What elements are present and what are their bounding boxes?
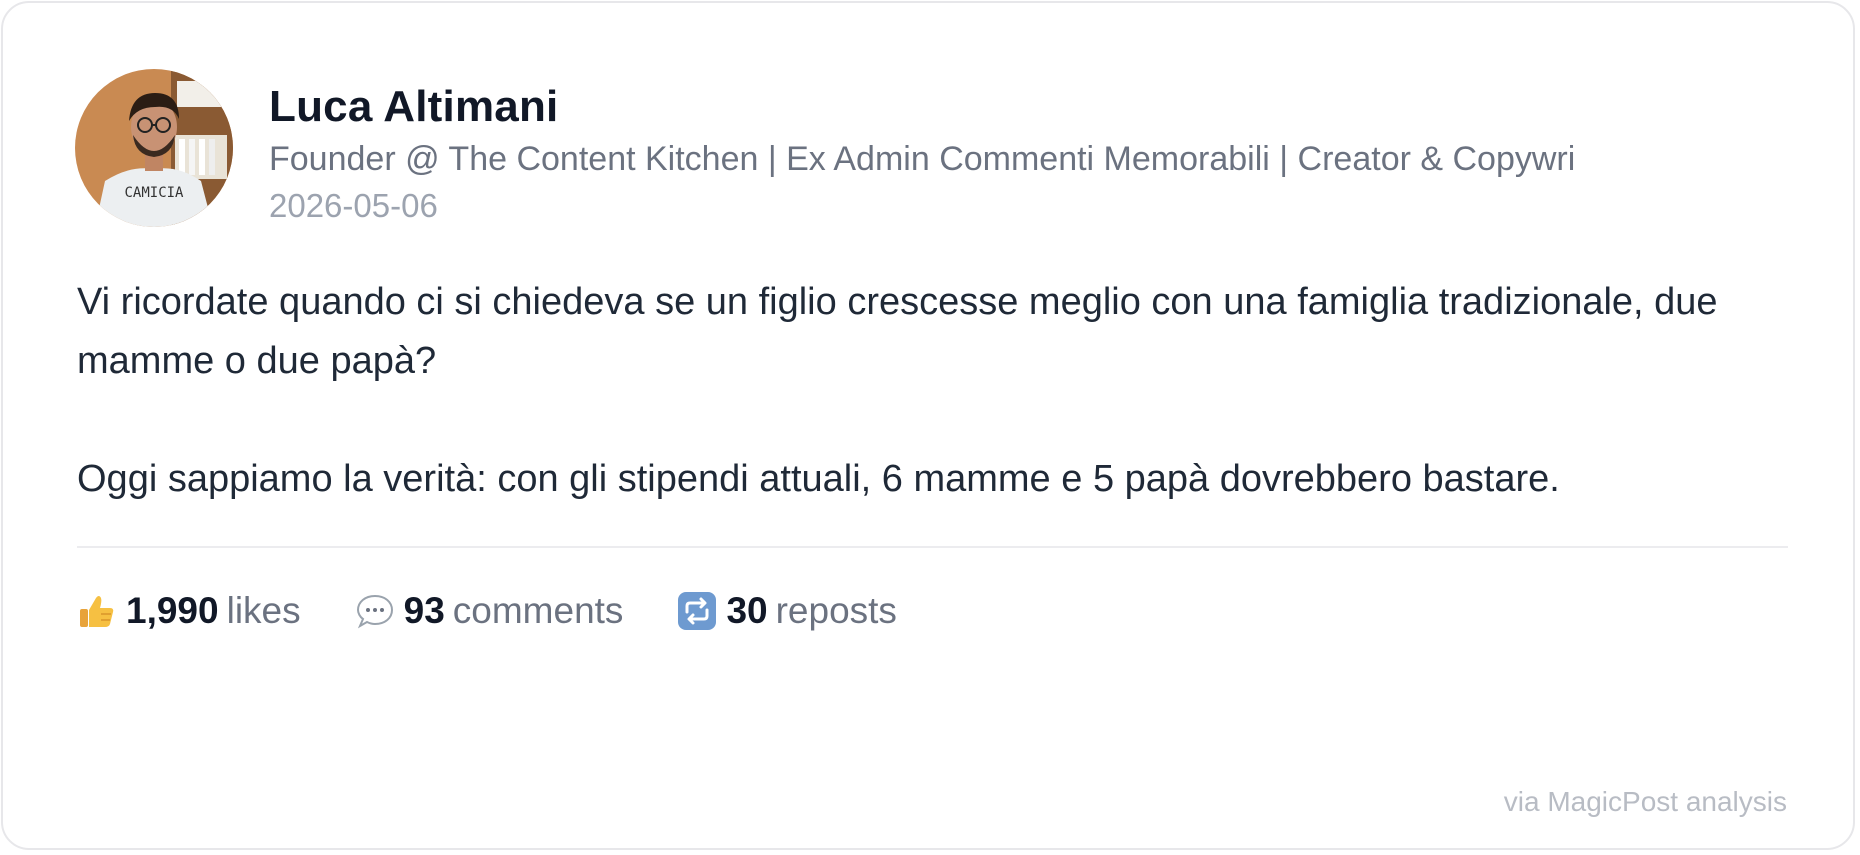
post-date: 2026-05-06 — [269, 187, 438, 225]
likes-stat[interactable]: 1,990 likes — [77, 586, 301, 636]
comments-count: 93 — [403, 590, 445, 631]
post-card: CAMICIA Luca Altimani Founder @ The Cont… — [1, 1, 1855, 850]
reposts-stat[interactable]: 30 reposts — [677, 586, 897, 636]
speech-bubble-icon — [355, 591, 395, 631]
engagement-stats: 1,990 likes 93 comments 30 reposts — [77, 586, 951, 636]
avatar[interactable]: CAMICIA — [75, 69, 233, 227]
footer-attribution[interactable]: via MagicPost analysis — [1504, 786, 1787, 818]
post-header: CAMICIA Luca Altimani Founder @ The Cont… — [75, 69, 1629, 227]
thumbs-up-icon — [77, 591, 117, 631]
comments-stat[interactable]: 93 comments — [355, 586, 624, 636]
post-paragraph-1: Vi ricordate quando ci si chiedeva se un… — [77, 281, 1718, 382]
author-headline: Founder @ The Content Kitchen | Ex Admin… — [269, 140, 1576, 179]
likes-label: likes — [226, 590, 301, 631]
post-body: Vi ricordate quando ci si chiedeva se un… — [77, 273, 1777, 509]
reposts-label: reposts — [775, 590, 897, 631]
likes-count: 1,990 — [126, 590, 219, 631]
post-paragraph-2: Oggi sappiamo la verità: con gli stipend… — [77, 458, 1560, 500]
avatar-shirt-text: CAMICIA — [124, 185, 184, 201]
repost-icon — [677, 591, 717, 631]
reposts-count: 30 — [726, 590, 768, 631]
divider — [77, 546, 1788, 548]
author-name[interactable]: Luca Altimani — [269, 82, 1629, 131]
author-meta: Luca Altimani Founder @ The Content Kitc… — [269, 69, 1629, 226]
comments-label: comments — [452, 590, 624, 631]
